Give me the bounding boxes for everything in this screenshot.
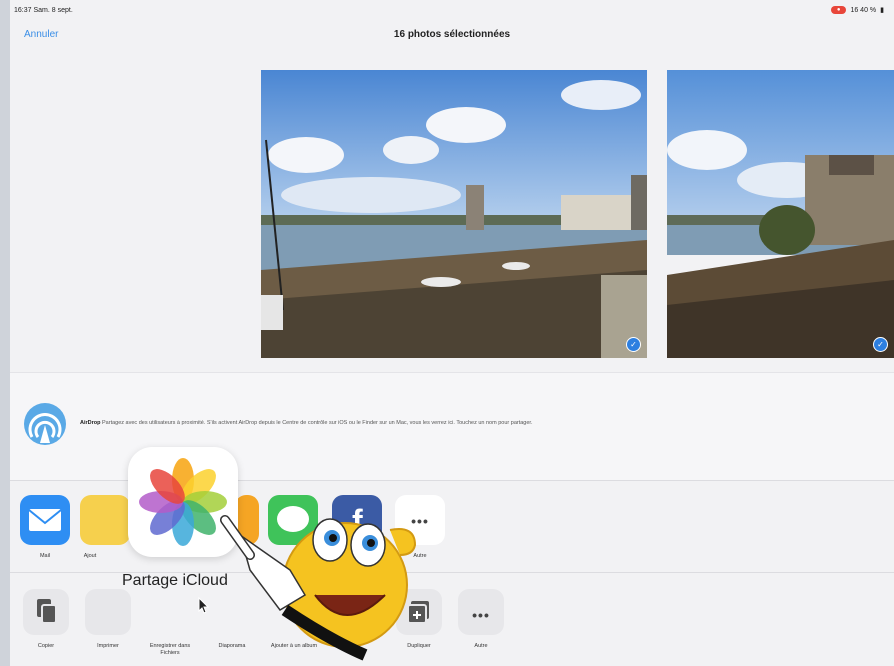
more-icon: •••	[472, 607, 490, 623]
nav-bar: Annuler 16 photos sélectionnées	[10, 20, 894, 48]
status-bar: 16:37 Sam. 8 sept. ● 16 40 % ▮	[10, 0, 894, 20]
action-label-save-files: Enregistrer dans Fichiers	[149, 643, 191, 656]
pointing-smiley-icon	[220, 515, 417, 661]
notes-app-button[interactable]	[80, 495, 130, 545]
selected-check-icon: ✓	[873, 337, 888, 352]
mail-icon	[28, 509, 62, 531]
battery-text: 16 40 %	[850, 6, 877, 14]
mouse-cursor-icon	[198, 597, 210, 614]
airdrop-label: AirDrop	[80, 420, 101, 426]
airdrop-description: Partagez avec des utilisateurs à proximi…	[102, 420, 533, 426]
copy-button[interactable]	[23, 589, 69, 635]
action-label-more: Autre	[474, 643, 488, 649]
app-label-mail: Mail	[39, 553, 51, 559]
airdrop-icon[interactable]	[24, 403, 66, 445]
status-time: 16:37 Sam. 8 sept.	[14, 7, 73, 14]
more-actions-button[interactable]: •••	[458, 589, 504, 635]
action-label-print: Imprimer	[97, 643, 119, 649]
battery-icon: ▮	[880, 7, 884, 14]
recording-indicator: ●	[830, 6, 847, 14]
selected-photo-2[interactable]: ✓	[667, 70, 894, 358]
app-label-notes: Ajout	[83, 553, 97, 559]
selected-check-icon: ✓	[626, 337, 641, 352]
selected-photo-1[interactable]: ✓	[261, 70, 647, 358]
mail-app-button[interactable]	[20, 495, 70, 545]
action-label-copy: Copier	[37, 643, 55, 649]
photos-app-popup-label: Partage iCloud	[122, 572, 228, 589]
print-button[interactable]	[85, 589, 131, 635]
share-sheet-screen: 16:37 Sam. 8 sept. ● 16 40 % ▮ Annuler 1…	[10, 0, 894, 666]
copy-icon	[37, 599, 57, 624]
page-title: 16 photos sélectionnées	[393, 29, 511, 40]
